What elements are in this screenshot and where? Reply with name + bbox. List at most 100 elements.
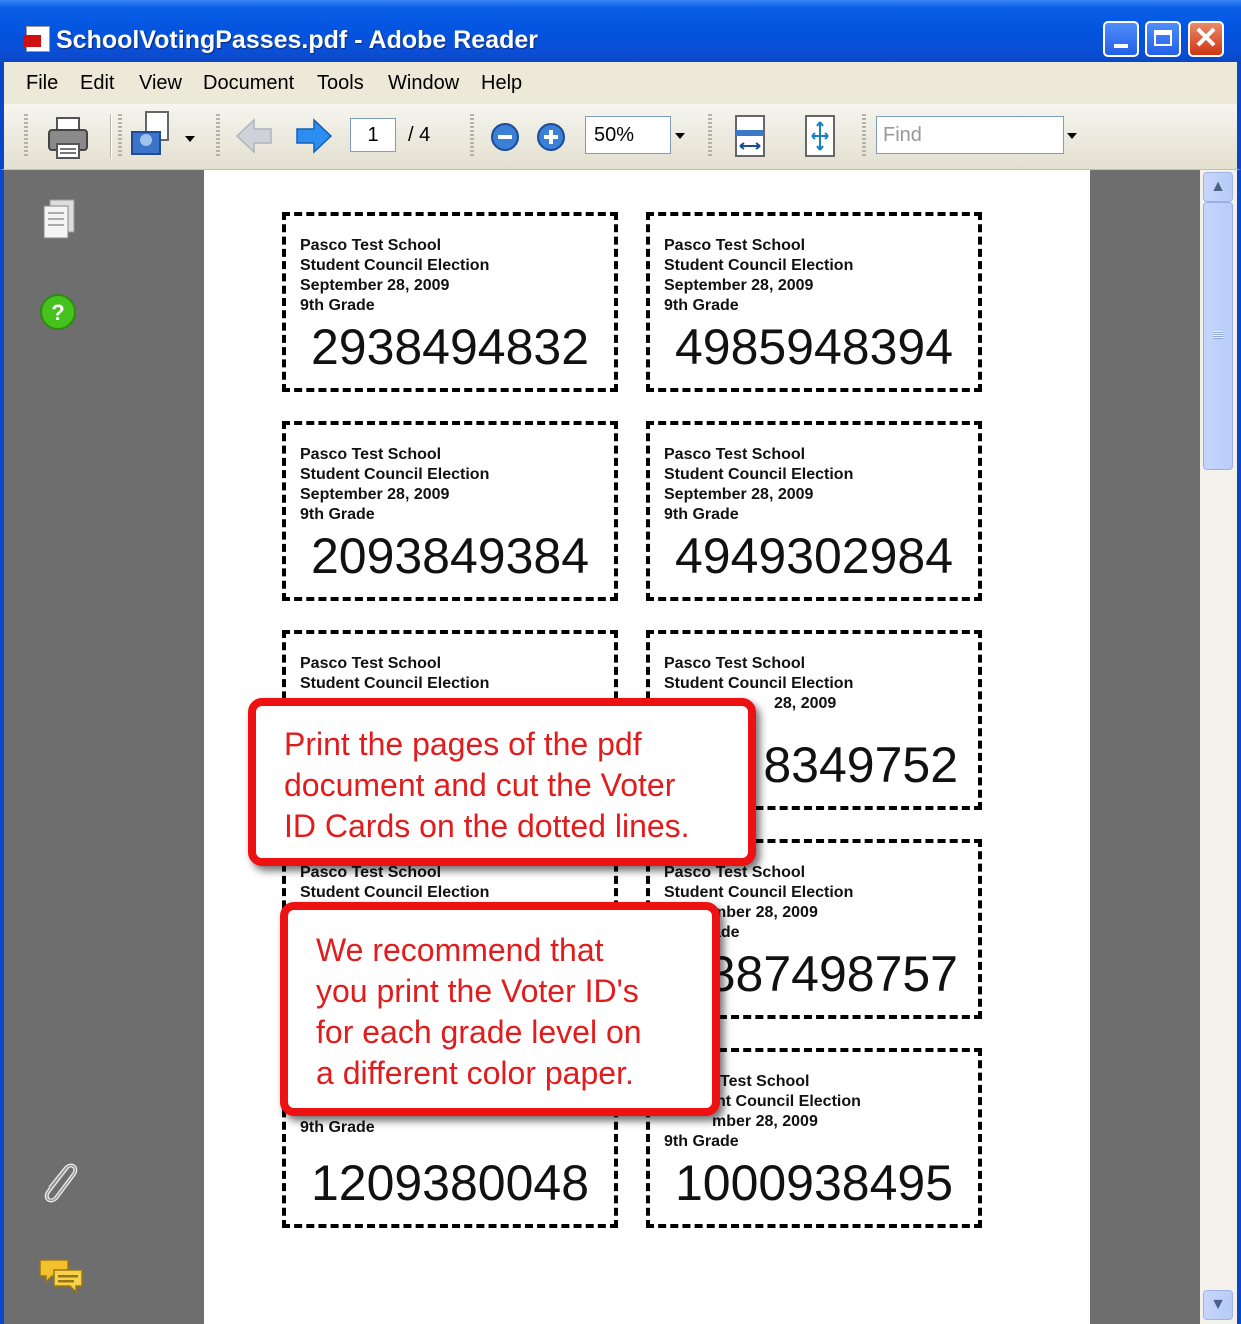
- previous-page-button[interactable]: [234, 116, 274, 161]
- chevron-up-icon: ▲: [1210, 178, 1226, 195]
- card-grade: 9th Grade: [664, 297, 739, 314]
- email-button[interactable]: [128, 110, 178, 167]
- card-number: 1209380048: [310, 1155, 590, 1211]
- vertical-scrollbar[interactable]: ▲ ▼: [1200, 170, 1241, 1324]
- title-bar[interactable]: SchoolVotingPasses.pdf - Adobe Reader ✕: [0, 0, 1241, 62]
- card-grade: 9th Grade: [300, 297, 375, 314]
- maximize-button[interactable]: [1145, 21, 1181, 57]
- menu-bar: File Edit View Document Tools Window Hel…: [0, 62, 1241, 104]
- toolbar-grip[interactable]: [118, 114, 122, 158]
- toolbar-separator: [110, 114, 112, 158]
- next-page-button[interactable]: [294, 116, 334, 161]
- toolbar-grip[interactable]: [862, 114, 866, 158]
- comments-button[interactable]: [38, 1256, 86, 1301]
- chevron-down-icon: ▼: [1210, 1296, 1226, 1313]
- comments-icon: [39, 1259, 83, 1294]
- help-icon: ?: [40, 294, 76, 330]
- card-number: 387498757: [707, 946, 958, 1002]
- voter-card: Pasco Test School Student Council Electi…: [646, 212, 982, 392]
- close-icon: ✕: [1193, 22, 1219, 55]
- card-election: Student Council Election: [300, 466, 490, 483]
- callout-line: a different color paper.: [316, 1055, 634, 1091]
- card-school: Pasco Test School: [664, 655, 806, 672]
- attachments-button[interactable]: [38, 1158, 80, 1213]
- pages-icon: [43, 199, 75, 239]
- toolbar-grip[interactable]: [216, 114, 220, 158]
- pdf-file-icon: [23, 26, 50, 52]
- callout-line: ID Cards on the dotted lines.: [284, 808, 690, 844]
- menu-tools[interactable]: Tools: [317, 72, 364, 95]
- instruction-callout: Print the pages of the pdf document and …: [248, 698, 756, 866]
- fit-page-button[interactable]: [800, 114, 840, 165]
- attachment-icon: [44, 1163, 78, 1203]
- scroll-down-button[interactable]: ▼: [1203, 1290, 1233, 1320]
- print-icon: [48, 117, 88, 159]
- card-school: Pasco Test School: [300, 655, 442, 672]
- minimize-button[interactable]: [1103, 21, 1139, 57]
- maximize-icon: [1154, 30, 1172, 46]
- reader-window: SchoolVotingPasses.pdf - Adobe Reader ✕ …: [0, 0, 1241, 1324]
- print-button[interactable]: [44, 112, 92, 167]
- scroll-thumb[interactable]: [1203, 202, 1233, 470]
- card-grade: 9th Grade: [300, 1119, 375, 1136]
- card-date: September 28, 2009: [300, 486, 450, 503]
- card-number: 4949302984: [674, 528, 954, 584]
- card-election: Student Council Election: [664, 466, 854, 483]
- menu-help[interactable]: Help: [481, 72, 522, 95]
- card-school: Pasco Test School: [664, 237, 806, 254]
- callout-line: for each grade level on: [316, 1014, 642, 1050]
- menu-document[interactable]: Document: [203, 72, 294, 95]
- card-date: September 28, 2009: [664, 486, 814, 503]
- zoom-level-input[interactable]: 50%: [585, 116, 671, 154]
- card-date: September 28, 2009: [664, 277, 814, 294]
- card-number: 4985948394: [674, 319, 954, 375]
- toolbar: 1 / 4 50% Find: [0, 104, 1241, 170]
- document-background: [1090, 170, 1200, 1324]
- card-grade: 9th Grade: [664, 1133, 739, 1150]
- find-dropdown-icon[interactable]: [1067, 133, 1077, 139]
- card-number: 1000938495: [674, 1155, 954, 1211]
- find-input[interactable]: Find: [876, 116, 1064, 154]
- zoom-dropdown-icon[interactable]: [675, 133, 685, 139]
- scroll-up-button[interactable]: ▲: [1203, 172, 1233, 202]
- card-number: 8349752: [763, 737, 958, 793]
- card-number: 2938494832: [310, 319, 590, 375]
- menu-file[interactable]: File: [26, 72, 58, 95]
- card-number: 2093849384: [310, 528, 590, 584]
- menu-view[interactable]: View: [139, 72, 182, 95]
- zoom-in-button[interactable]: [536, 122, 566, 157]
- card-election: Student Council Election: [300, 675, 490, 692]
- card-grade: 9th Grade: [300, 506, 375, 523]
- card-school: Pasco Test School: [664, 446, 806, 463]
- menu-edit[interactable]: Edit: [80, 72, 114, 95]
- voter-card: Pasco Test School Student Council Electi…: [282, 421, 618, 601]
- fit-width-button[interactable]: [730, 114, 770, 165]
- card-election: Student Council Election: [300, 884, 490, 901]
- help-button[interactable]: ?: [38, 292, 78, 337]
- card-date: September 28, 2009: [300, 277, 450, 294]
- page-number-input[interactable]: 1: [350, 118, 396, 152]
- toolbar-grip[interactable]: [24, 114, 28, 158]
- menu-window[interactable]: Window: [388, 72, 459, 95]
- voter-card: Pasco Test School Student Council Electi…: [646, 421, 982, 601]
- email-icon: [131, 111, 169, 155]
- card-school: Pasco Test School: [300, 237, 442, 254]
- card-election: Student Council Election: [664, 675, 854, 692]
- card-election: Student Council Election: [664, 257, 854, 274]
- voter-card: Pasco Test School Student Council Electi…: [282, 212, 618, 392]
- svg-text:?: ?: [51, 300, 64, 325]
- callout-line: you print the Voter ID's: [316, 973, 639, 1009]
- callout-line: We recommend that: [316, 932, 604, 968]
- card-school: Pasco Test School: [664, 864, 806, 881]
- fit-page-icon: [805, 115, 835, 157]
- close-button[interactable]: ✕: [1188, 21, 1224, 57]
- zoom-out-icon: [491, 123, 519, 151]
- zoom-out-button[interactable]: [490, 122, 520, 157]
- zoom-in-icon: [537, 123, 565, 151]
- pages-button[interactable]: [40, 198, 80, 247]
- card-school: Pasco Test School: [300, 864, 442, 881]
- toolbar-grip[interactable]: [708, 114, 712, 158]
- next-page-icon: [296, 118, 333, 154]
- email-dropdown-icon[interactable]: [185, 136, 195, 142]
- toolbar-grip[interactable]: [470, 114, 474, 158]
